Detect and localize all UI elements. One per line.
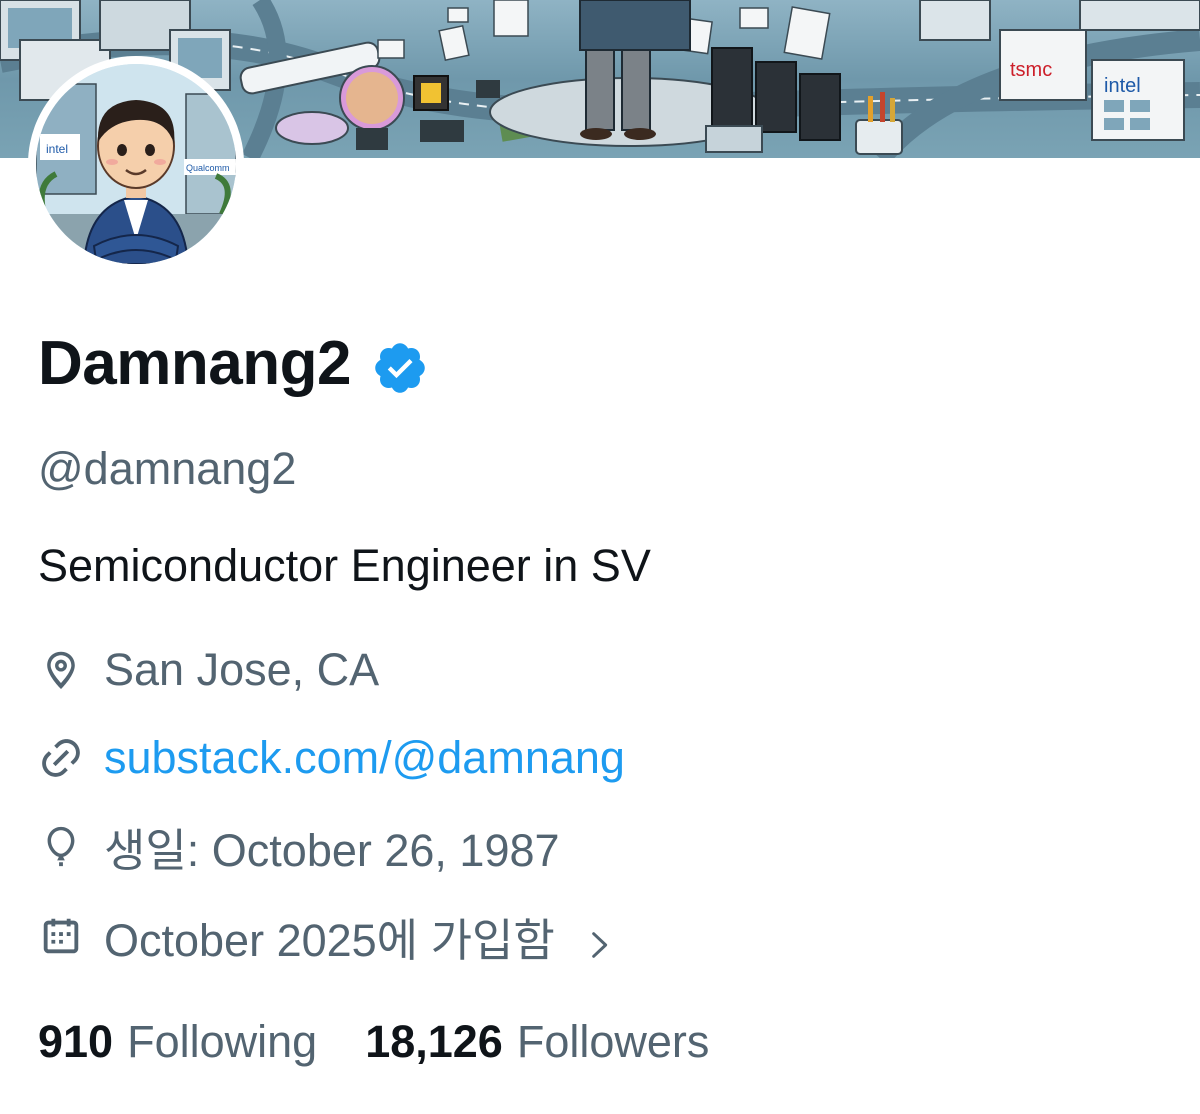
profile-location-row: San Jose, CA [38, 640, 379, 700]
profile-bio: Semiconductor Engineer in SV [38, 540, 651, 591]
profile-website-row: substack.com/@damnang [38, 728, 625, 788]
profile-avatar[interactable]: intel Qualcomm [28, 56, 244, 272]
profile-handle: @damnang2 [38, 443, 297, 494]
verified-badge-icon[interactable] [371, 335, 429, 393]
profile-joined-row[interactable]: October 2025에 가입함 [38, 906, 615, 966]
profile-birthday: 생일: October 26, 1987 [104, 824, 560, 876]
profile-joined: October 2025에 가입함 [104, 914, 555, 966]
chevron-right-icon[interactable] [583, 920, 615, 958]
following-label: Following [127, 1016, 318, 1067]
banner-tsmc-logo: tsmc [1010, 59, 1052, 81]
avatar-intel-sign: intel [46, 142, 68, 156]
banner-intel-logo: intel [1104, 75, 1141, 97]
link-icon [38, 735, 84, 781]
followers-link[interactable]: 18,126 Followers [365, 1012, 709, 1072]
location-pin-icon [38, 647, 84, 693]
profile-location: San Jose, CA [104, 644, 380, 695]
display-name: Damnang2 [38, 329, 351, 398]
following-link[interactable]: 910 Following [38, 1012, 317, 1072]
followers-count: 18,126 [365, 1016, 503, 1067]
calendar-icon [38, 913, 84, 959]
avatar-qualcomm-sign: Qualcomm [186, 163, 230, 173]
followers-label: Followers [516, 1016, 710, 1067]
profile-stats: 910 Following 18,126 Followers [38, 1012, 757, 1072]
balloon-icon [38, 823, 84, 869]
profile-birthday-row: 생일: October 26, 1987 [38, 816, 560, 876]
display-name-row: Damnang2 [38, 322, 429, 406]
profile-website-link[interactable]: substack.com/@damnang [104, 732, 625, 784]
following-count: 910 [38, 1016, 114, 1067]
avatar-image: intel Qualcomm [36, 64, 236, 264]
